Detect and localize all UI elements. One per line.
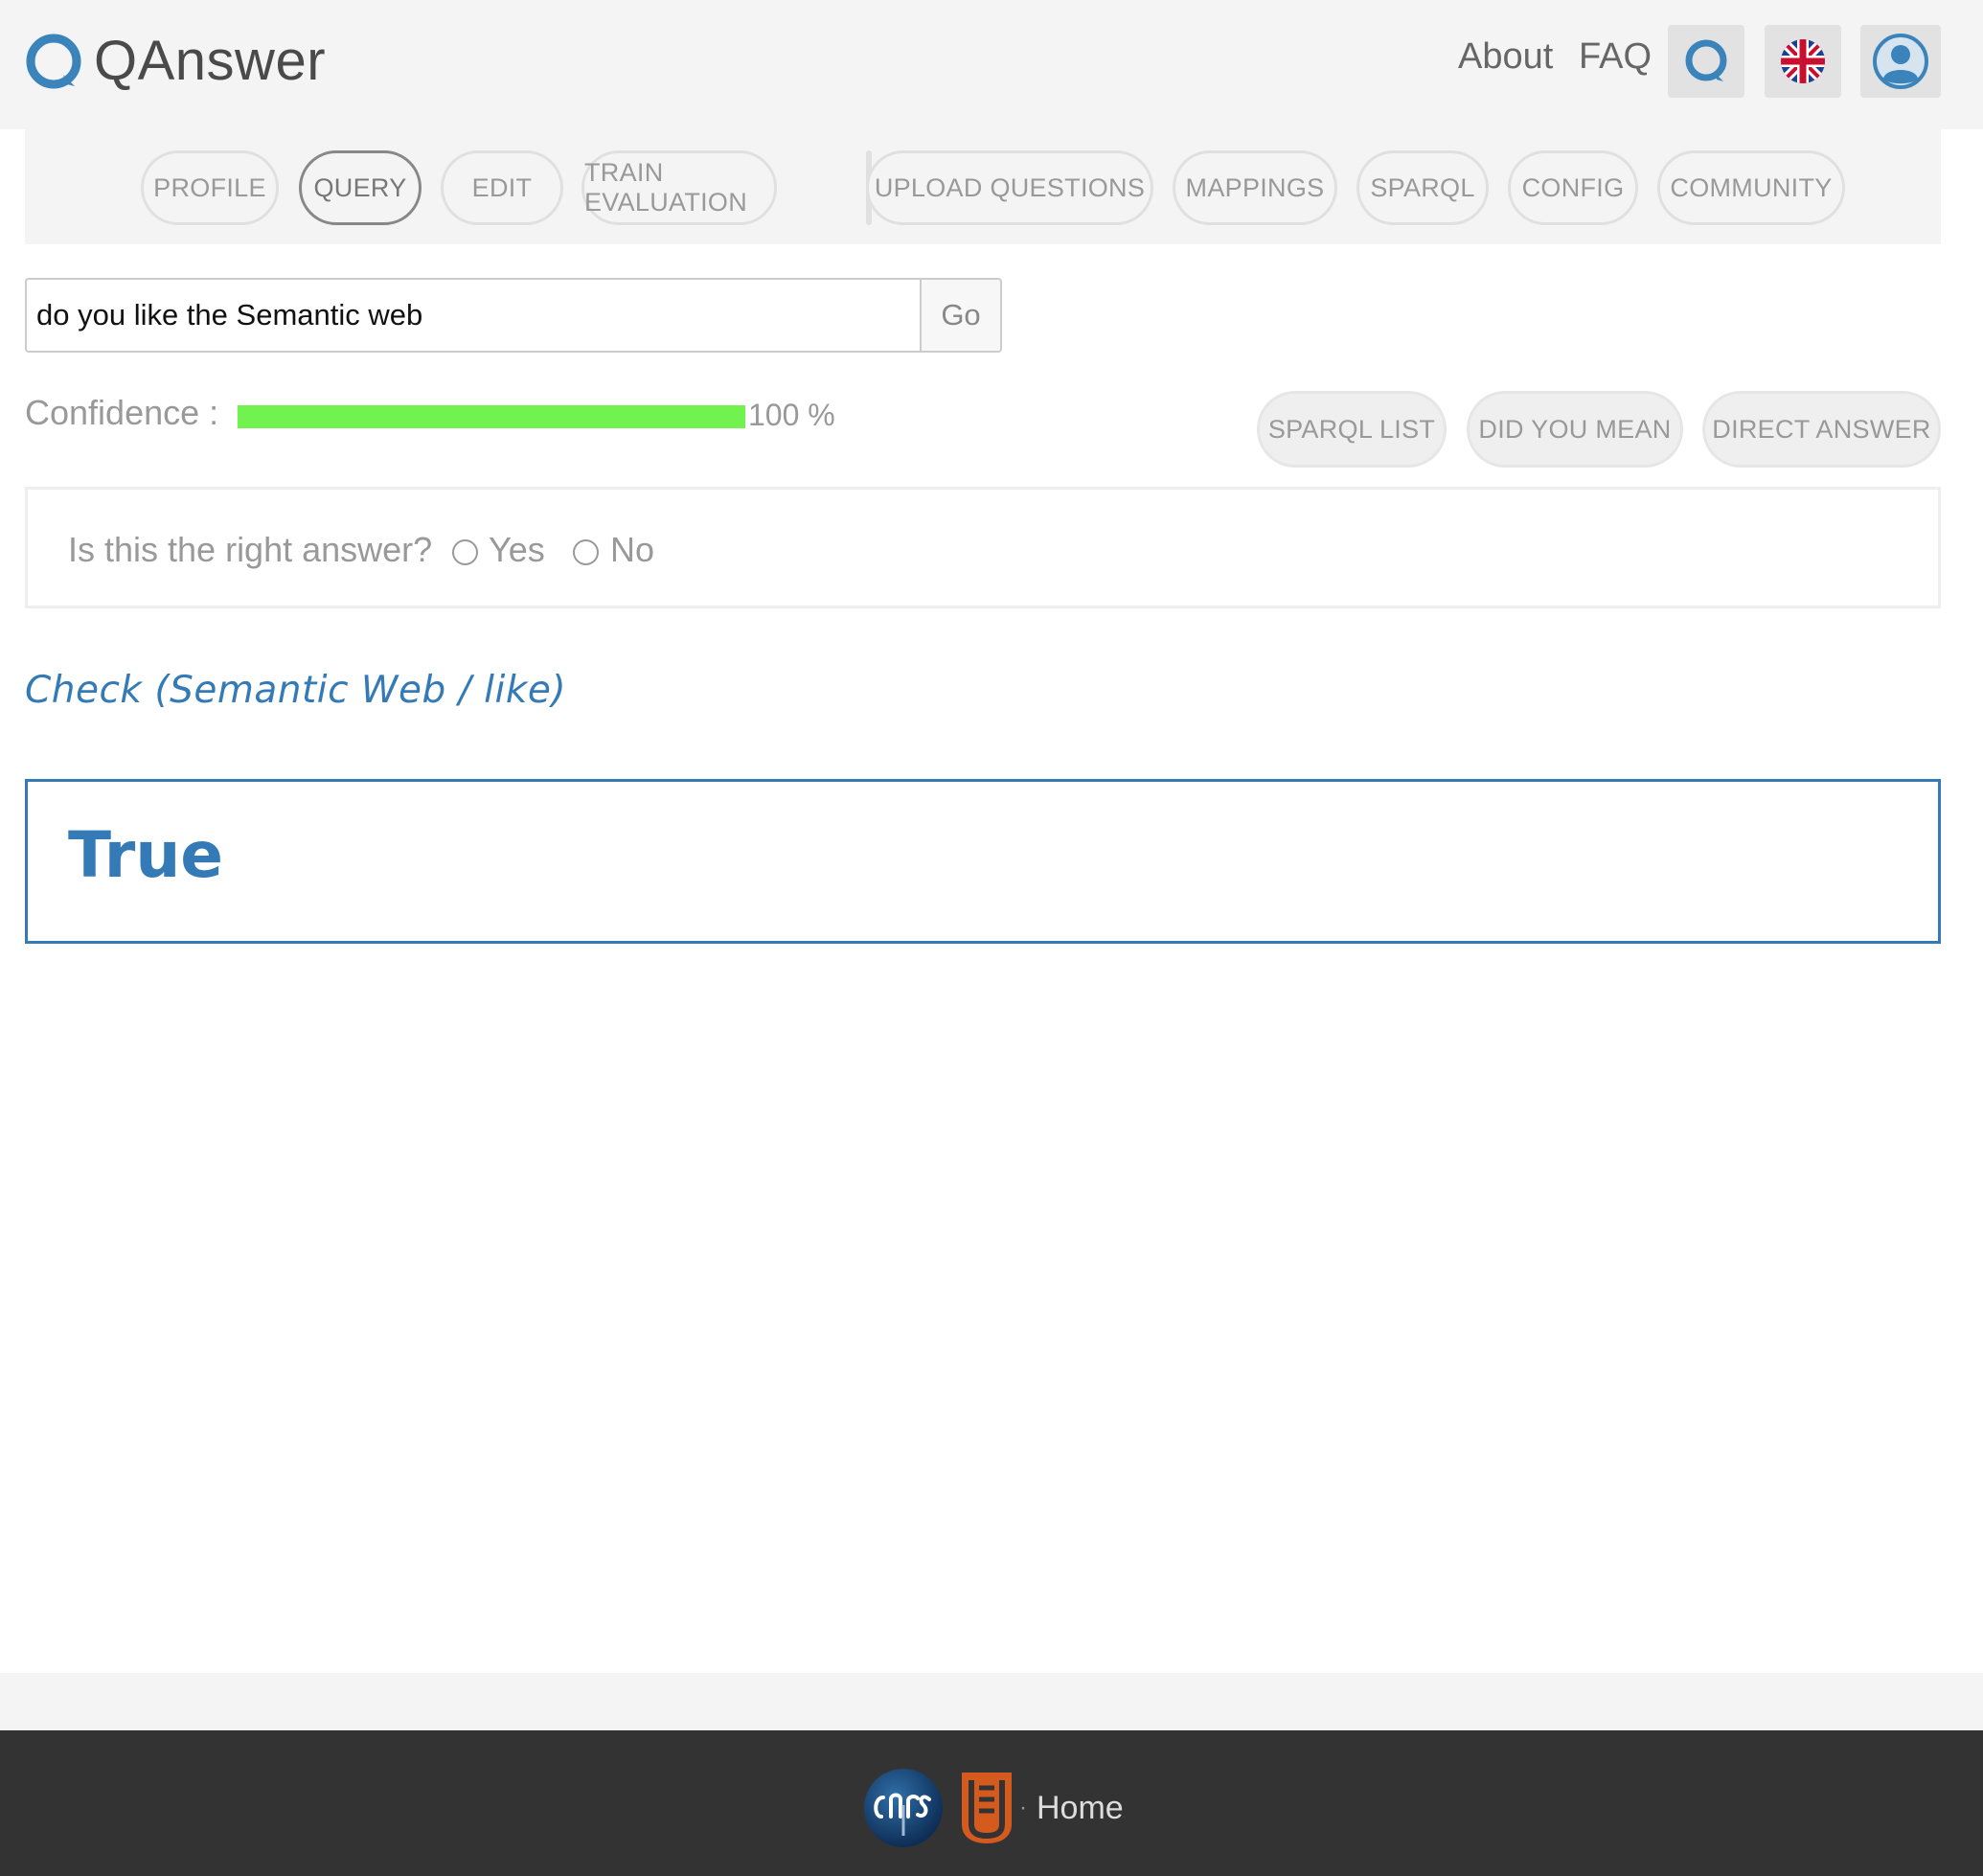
nav-faq-link[interactable]: FAQ [1579,36,1652,78]
tab-query[interactable]: QUERY [299,150,422,225]
direct-answer-button[interactable]: DIRECT ANSWER [1702,391,1941,468]
qanswer-logo-icon [1685,39,1727,81]
tab-community[interactable]: COMMUNITY [1657,150,1845,225]
search-bar: Go [25,278,1002,353]
footer: · Home [0,1730,1983,1876]
qanswer-button[interactable] [1668,25,1744,98]
user-avatar-icon [1873,34,1928,89]
confidence-value: 100 % [748,398,835,432]
tab-config[interactable]: CONFIG [1508,150,1638,225]
feedback-box: Is this the right answer? Yes No [25,487,1941,608]
yes-label[interactable]: Yes [489,530,545,570]
tab-profile[interactable]: PROFILE [141,150,279,225]
answer-box: True [25,779,1941,944]
feedback-question: Is this the right answer? [68,530,433,569]
did-you-mean-button[interactable]: DID YOU MEAN [1467,391,1683,468]
footer-spacer [0,1673,1983,1730]
uk-flag-icon [1781,39,1825,83]
answer-result: True [68,818,224,892]
user-account-button[interactable] [1860,25,1941,98]
tab-train-evaluation[interactable]: TRAIN EVALUATION [581,150,777,225]
question-input[interactable] [25,278,920,353]
ujm-logo-icon[interactable] [958,1769,1015,1847]
tab-edit[interactable]: EDIT [441,150,563,225]
cnrs-logo-icon[interactable] [862,1767,945,1849]
language-button[interactable] [1765,25,1841,98]
confidence-bar [238,405,745,428]
footer-links: · Home [862,1767,1124,1849]
top-header: QAnswer About FAQ [0,0,1983,129]
yes-radio[interactable] [452,539,478,565]
sparql-list-button[interactable]: SPARQL LIST [1257,391,1447,468]
answer-check-link[interactable]: Check (Semantic Web / like) [25,669,566,712]
confidence-label: Confidence : [25,393,219,432]
footer-home-link[interactable]: Home [1037,1790,1124,1827]
nav-about-link[interactable]: About [1458,36,1553,78]
logo-text: QAnswer [94,30,327,92]
confidence-bar-fill [238,405,745,428]
qanswer-logo[interactable]: QAnswer [25,29,326,93]
tab-bar: PROFILE QUERY EDIT TRAIN EVALUATION UPLO… [25,129,1941,244]
qanswer-logo-icon [26,34,81,88]
tab-mappings[interactable]: MAPPINGS [1173,150,1337,225]
tab-upload-questions[interactable]: UPLOAD QUESTIONS [866,150,1153,225]
tab-sparql[interactable]: SPARQL [1356,150,1489,225]
no-label[interactable]: No [610,530,654,570]
go-button[interactable]: Go [920,278,1002,353]
no-radio[interactable] [573,539,599,565]
footer-separator: · [1019,1795,1027,1820]
